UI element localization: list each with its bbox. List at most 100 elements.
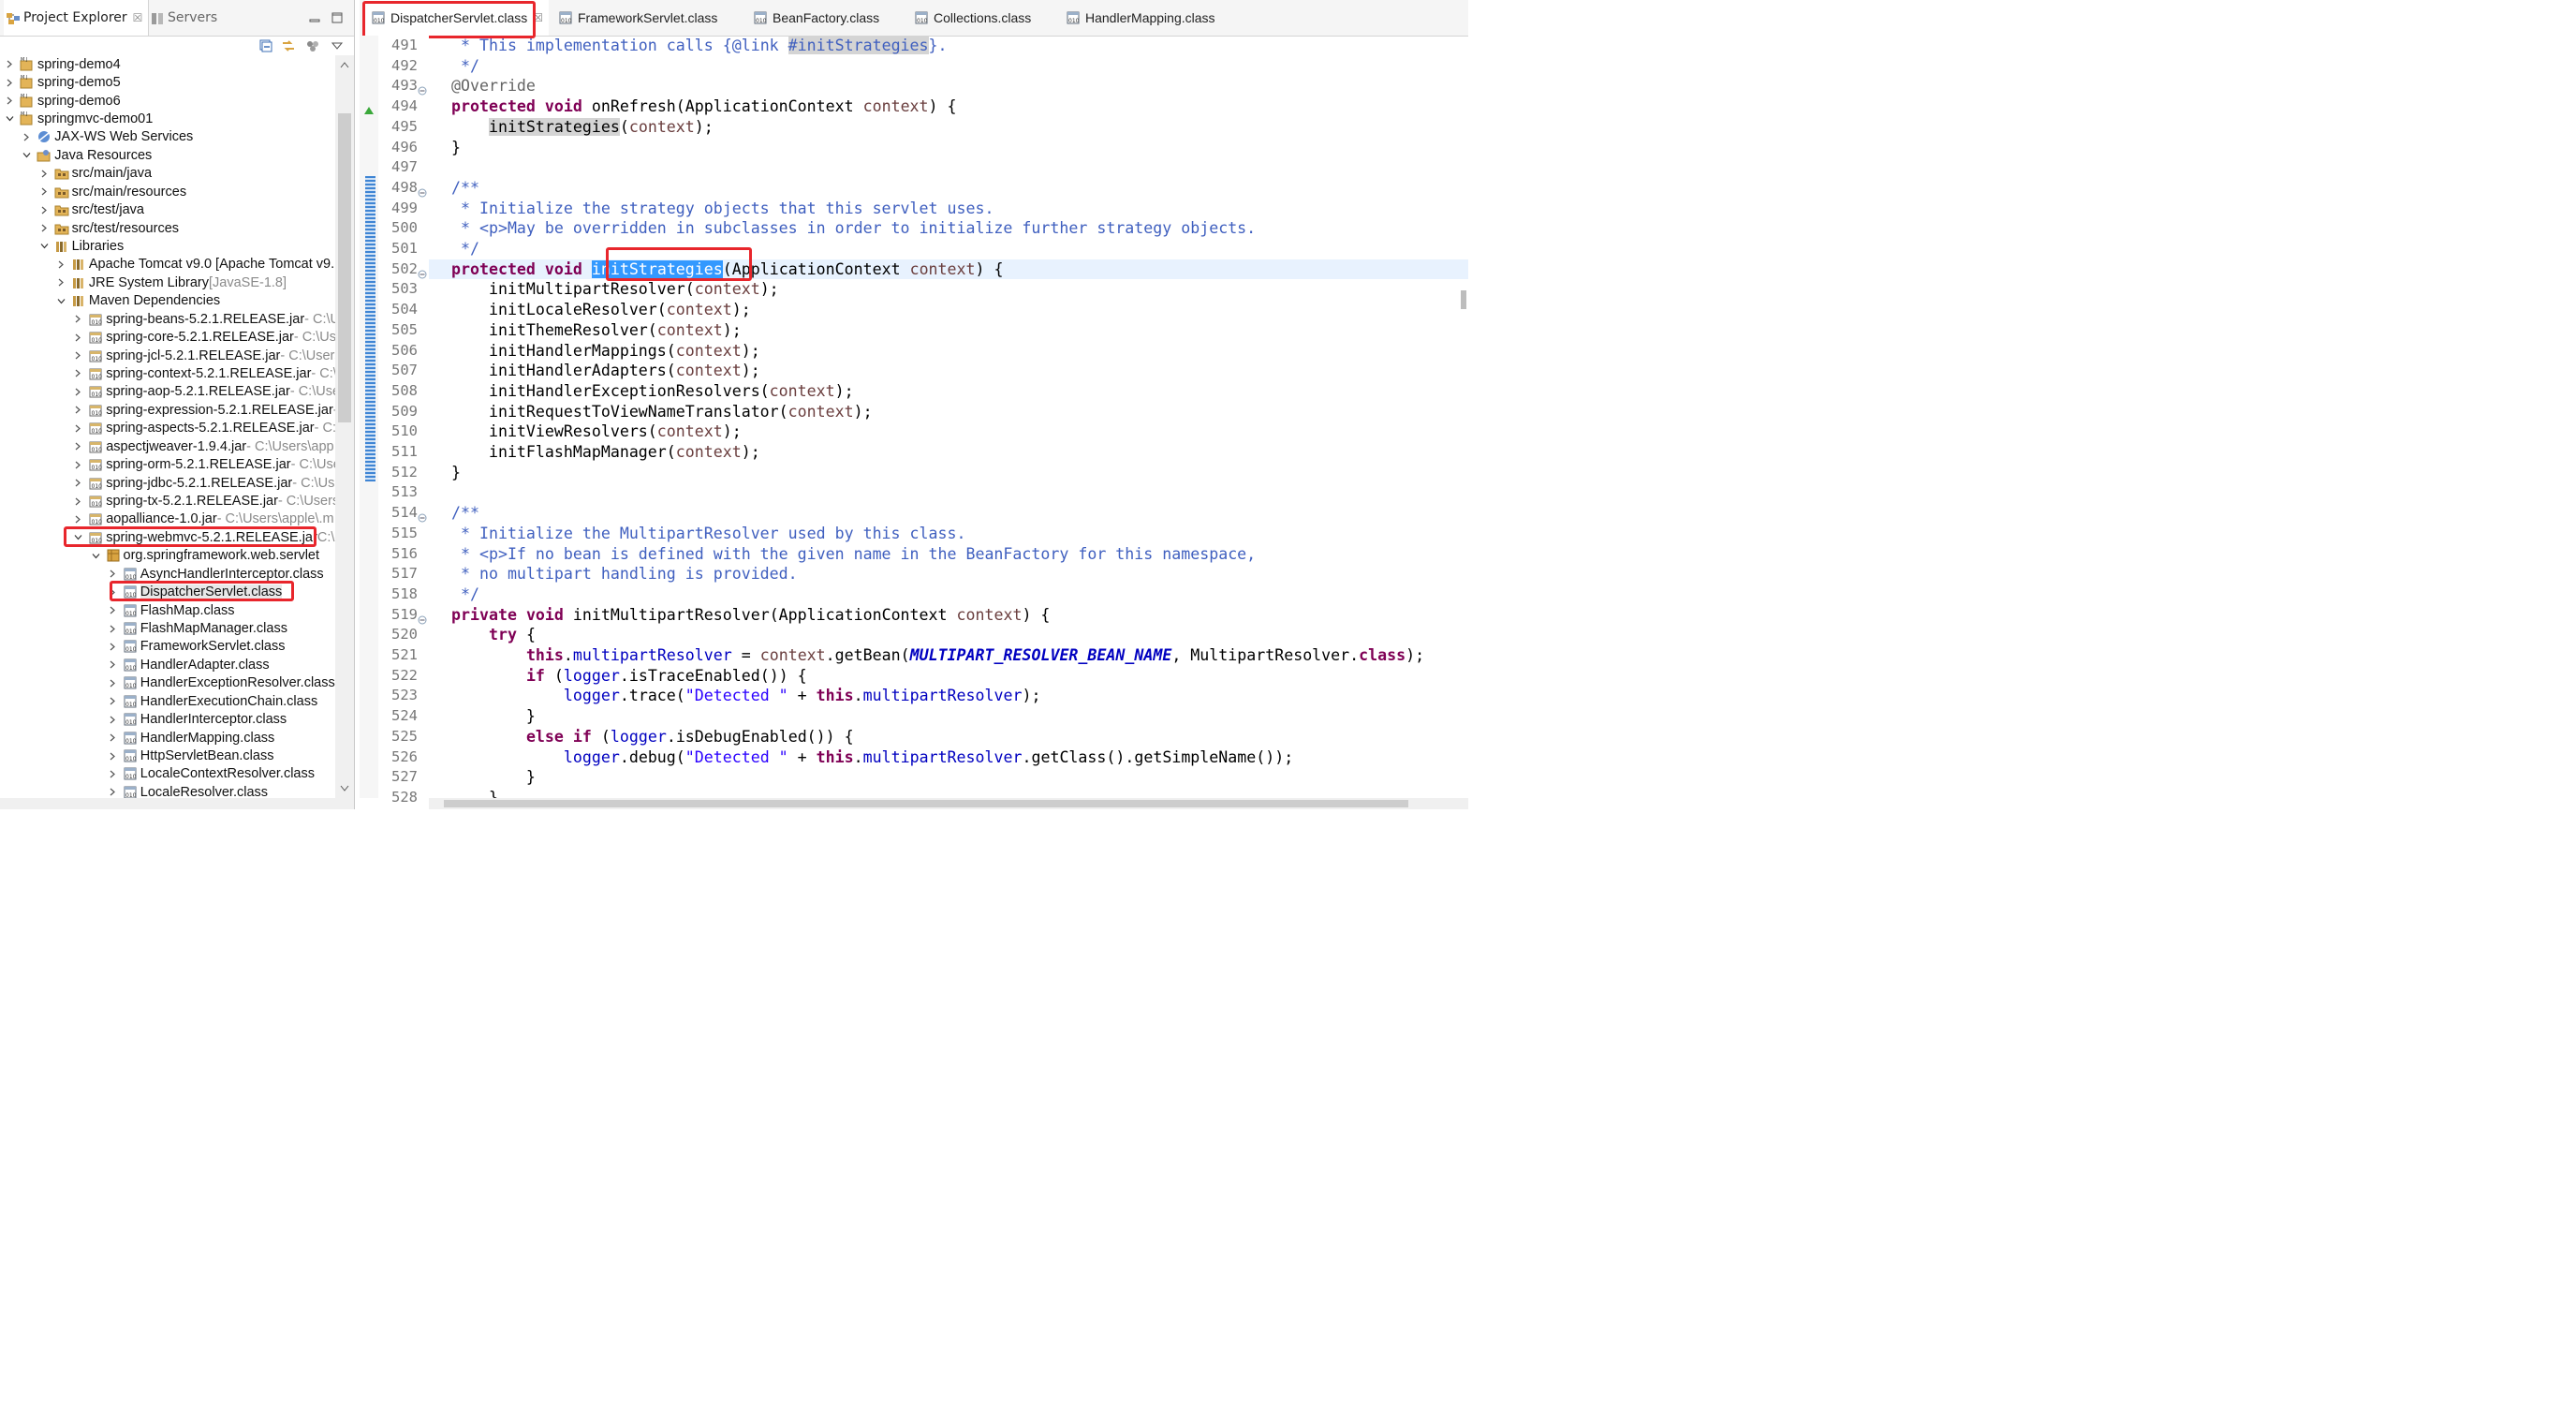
chevron-down-icon[interactable] [74,533,82,541]
code-line[interactable]: } [429,767,1468,788]
tree-item[interactable]: 010spring-expression-5.2.1.RELEASE.jar - [0,401,335,419]
tree-item[interactable]: 010 HandlerExecutionChain.class [0,692,335,710]
chevron-right-icon[interactable] [109,606,117,614]
code-line[interactable]: initViewResolvers(context); [429,422,1468,442]
code-line[interactable]: initStrategies(context); [429,117,1468,138]
code-line[interactable]: try { [429,625,1468,645]
chevron-right-icon[interactable] [40,187,49,196]
chevron-right-icon[interactable] [109,660,117,669]
maximize-icon[interactable] [331,9,343,23]
tree-item[interactable]: 010 HandlerExceptionResolver.class [0,674,335,692]
chevron-right-icon[interactable] [6,96,14,105]
fold-toggle-icon[interactable] [418,265,427,279]
chevron-right-icon[interactable] [40,224,49,232]
code-line[interactable]: initFlashMapManager(context); [429,442,1468,463]
code-line[interactable]: initLocaleResolver(context); [429,300,1468,320]
code-line[interactable]: protected void onRefresh(ApplicationCont… [429,96,1468,117]
tree-item[interactable]: 010 aopalliance-1.0.jar - C:\Users\apple\… [0,510,335,528]
code-line[interactable] [429,157,1468,178]
code-line[interactable]: this.multipartResolver = context.getBean… [429,645,1468,666]
chevron-right-icon[interactable] [74,497,82,506]
code-line[interactable]: initMultipartResolver(context); [429,279,1468,300]
tree-item[interactable]: src/test/java [0,200,335,218]
chevron-right-icon[interactable] [22,133,31,141]
tree-horizontal-scrollbar[interactable] [0,798,354,809]
tree-item[interactable]: 010spring-orm-5.2.1.RELEASE.jar - C:\Use [0,455,335,473]
chevron-down-icon[interactable] [57,297,66,305]
tab-collections[interactable]: 010 Collections.class [914,0,1031,36]
chevron-right-icon[interactable] [74,442,82,451]
tree-item[interactable]: 010 HandlerMapping.class [0,729,335,747]
tree-item[interactable]: 010 HandlerAdapter.class [0,656,335,673]
tree-item[interactable]: Apache Tomcat v9.0 [Apache Tomcat v9. [0,256,335,274]
code-line[interactable]: protected void initStrategies(Applicatio… [429,259,1468,280]
scroll-down-icon[interactable] [340,785,349,792]
tree-item[interactable]: 010 HandlerInterceptor.class [0,710,335,728]
chevron-right-icon[interactable] [40,206,49,214]
tree-item[interactable]: 010 DispatcherServlet.class [0,583,335,600]
chevron-right-icon[interactable] [6,60,14,68]
chevron-down-icon[interactable] [92,552,100,560]
tree-item[interactable]: 010spring-aspects-5.2.1.RELEASE.jar - C:… [0,420,335,437]
tree-item[interactable]: JAX-WS Web Services [0,128,335,146]
tree-item[interactable]: 010 spring-jcl-5.2.1.RELEASE.jar - C:\Use… [0,347,335,364]
fold-toggle-icon[interactable] [418,509,427,523]
chevron-right-icon[interactable] [109,697,117,705]
tree-item[interactable]: src/main/java [0,165,335,183]
chevron-right-icon[interactable] [109,588,117,597]
code-line[interactable]: logger.trace("Detected " + this.multipar… [429,686,1468,706]
code-line[interactable]: } [429,138,1468,158]
code-line[interactable]: } [429,788,1468,798]
chevron-right-icon[interactable] [109,716,117,724]
chevron-right-icon[interactable] [109,569,117,578]
code-line[interactable]: @Override [429,76,1468,96]
filter-icon[interactable] [305,38,320,53]
chevron-right-icon[interactable] [40,170,49,178]
close-icon[interactable]: ☒ [533,11,543,24]
code-line[interactable]: logger.debug("Detected " + this.multipar… [429,747,1468,768]
tree-item[interactable]: Java Resources [0,146,335,164]
collapse-all-icon[interactable] [258,38,273,53]
fold-toggle-icon[interactable] [418,81,427,96]
tree-item[interactable]: src/test/resources [0,219,335,237]
chevron-right-icon[interactable] [74,351,82,360]
code-line[interactable]: initHandlerExceptionResolvers(context); [429,381,1468,402]
tree-item[interactable]: 010 LocaleContextResolver.class [0,765,335,783]
code-line[interactable]: * <p>May be overridden in subclasses in … [429,218,1468,239]
tree-item[interactable]: 010 spring-jdbc-5.2.1.RELEASE.jar - C:\Us… [0,474,335,492]
minimize-icon[interactable] [309,9,320,22]
code-line[interactable]: */ [429,239,1468,259]
chevron-right-icon[interactable] [109,679,117,688]
tree-item[interactable]: 010 FrameworkServlet.class [0,638,335,656]
chevron-right-icon[interactable] [74,461,82,469]
code-line[interactable]: private void initMultipartResolver(Appli… [429,605,1468,626]
editor-horizontal-scrollbar[interactable] [429,798,1468,809]
code-line[interactable]: * Initialize the strategy objects that t… [429,199,1468,219]
tree-item[interactable]: 010 LocaleResolver.class [0,783,335,799]
code-line[interactable]: * no multipart handling is provided. [429,564,1468,584]
chevron-right-icon[interactable] [109,752,117,761]
code-line[interactable]: * This implementation calls {@link #init… [429,36,1468,56]
editor-scroll-thumb[interactable] [444,800,1408,807]
tree-item[interactable]: src/main/resources [0,183,335,200]
tree-item[interactable]: 010 spring-beans-5.2.1.RELEASE.jar - C:\U… [0,310,335,328]
tree-item[interactable]: M Jspringmvc-demo01 [0,110,335,127]
view-menu-icon[interactable] [330,38,345,53]
chevron-right-icon[interactable] [6,79,14,87]
tree-item[interactable]: M Jspring-demo5 [0,73,335,91]
chevron-right-icon[interactable] [109,625,117,633]
code-line[interactable]: initRequestToViewNameTranslator(context)… [429,402,1468,422]
close-icon[interactable]: ☒ [133,11,143,24]
chevron-right-icon[interactable] [74,479,82,487]
tab-beanfactory[interactable]: 010 BeanFactory.class [753,0,879,36]
code-line[interactable]: } [429,706,1468,727]
chevron-right-icon[interactable] [74,406,82,414]
chevron-down-icon[interactable] [22,151,31,159]
tree-scroll-thumb[interactable] [338,113,351,422]
chevron-right-icon[interactable] [74,333,82,342]
override-marker-icon[interactable] [363,101,375,119]
scroll-up-icon[interactable] [340,61,349,68]
code-line[interactable]: initHandlerMappings(context); [429,341,1468,362]
tab-handlermapping[interactable]: 010 HandlerMapping.class [1066,0,1215,36]
chevron-right-icon[interactable] [109,643,117,651]
